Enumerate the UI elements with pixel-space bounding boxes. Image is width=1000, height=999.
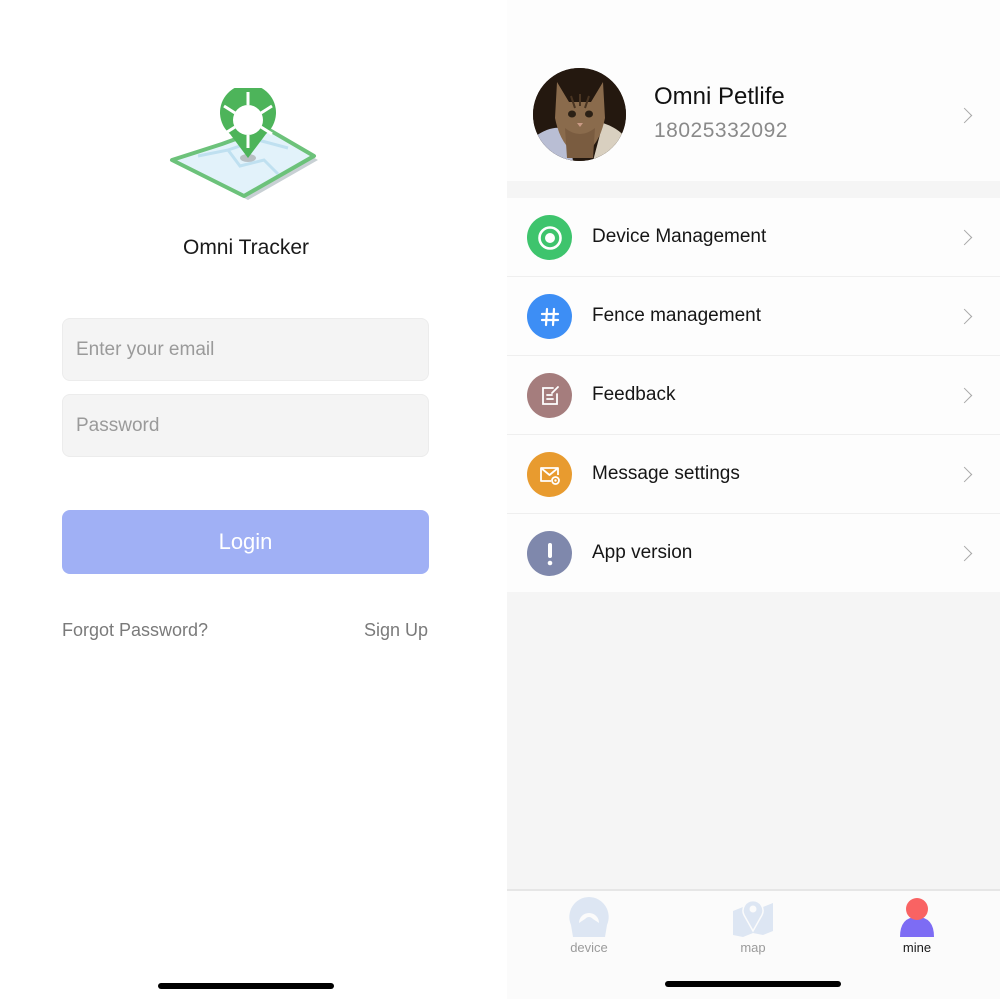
menu-item-label: Device Management: [592, 226, 767, 247]
profile-header[interactable]: Omni Petlife 18025332092: [507, 0, 1000, 181]
chevron-right-icon: [956, 308, 973, 325]
user-name: Omni Petlife: [654, 83, 785, 110]
sign-up-link[interactable]: Sign Up: [364, 620, 428, 641]
menu-item-label: Fence management: [592, 305, 761, 326]
menu-item-message-settings[interactable]: Message settings: [507, 435, 1000, 514]
menu-item-app-version[interactable]: App version: [507, 514, 1000, 592]
profile-screen: Omni Petlife 18025332092 Device Manageme…: [507, 0, 1000, 999]
tab-device[interactable]: device: [544, 895, 634, 961]
home-indicator[interactable]: [158, 983, 334, 989]
menu-item-label: Feedback: [592, 384, 676, 405]
home-indicator[interactable]: [665, 981, 841, 987]
chevron-right-icon: [956, 229, 973, 246]
target-icon: [527, 215, 572, 260]
map-icon: [733, 899, 773, 937]
app-title: Omni Tracker: [182, 236, 310, 259]
tab-label: map: [740, 940, 766, 955]
mail-settings-icon: [527, 452, 572, 497]
login-button[interactable]: Login: [62, 510, 429, 574]
menu-item-label: App version: [592, 542, 693, 563]
device-icon: [569, 897, 609, 937]
tab-mine[interactable]: mine: [872, 895, 962, 961]
map-pin-logo-icon: [168, 84, 324, 208]
menu-item-feedback[interactable]: Feedback: [507, 356, 1000, 435]
avatar[interactable]: [533, 68, 626, 161]
chevron-right-icon: [956, 387, 973, 404]
person-icon: [900, 898, 934, 937]
edit-note-icon: [527, 373, 572, 418]
exclamation-icon: [527, 531, 572, 576]
password-input[interactable]: [62, 394, 429, 457]
chevron-right-icon: [956, 545, 973, 562]
tab-label: mine: [902, 940, 932, 955]
email-input[interactable]: [62, 318, 429, 381]
tab-label: device: [570, 940, 608, 955]
menu-item-label: Message settings: [592, 463, 740, 484]
login-screen: Omni Tracker Login Forgot Password? Sign…: [0, 0, 507, 999]
chevron-right-icon: [956, 107, 973, 124]
settings-menu: Device Management Fence management Feedb…: [507, 198, 1000, 592]
menu-item-fence-management[interactable]: Fence management: [507, 277, 1000, 356]
menu-item-device-management[interactable]: Device Management: [507, 198, 1000, 277]
chevron-right-icon: [956, 466, 973, 483]
tab-map[interactable]: map: [708, 895, 798, 961]
hash-icon: [527, 294, 572, 339]
user-phone: 18025332092: [654, 119, 788, 142]
forgot-password-link[interactable]: Forgot Password?: [62, 620, 208, 641]
